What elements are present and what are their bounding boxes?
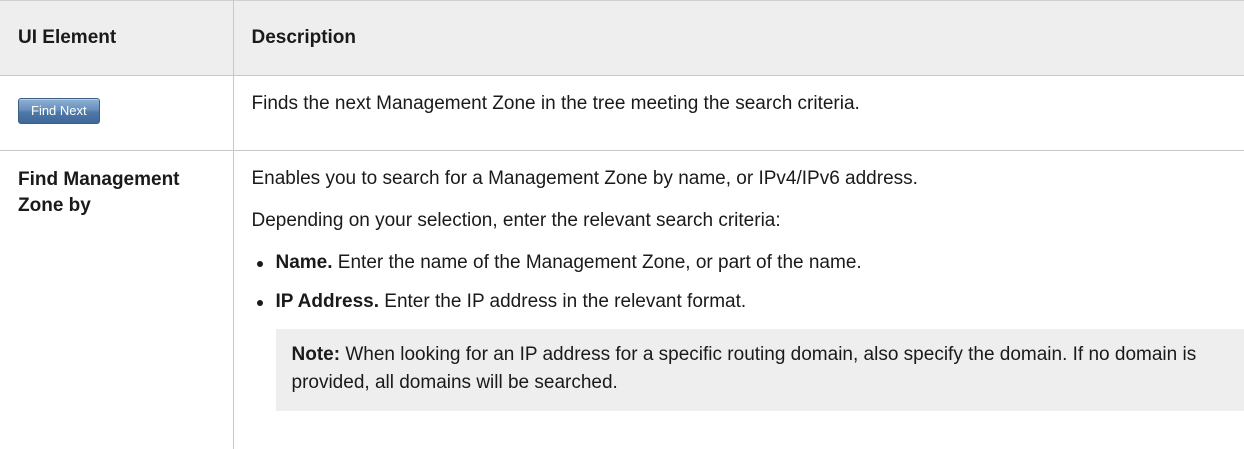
list-item-term: IP Address. (275, 291, 380, 312)
description-cell: Enables you to search for a Management Z… (233, 151, 1244, 449)
ui-element-cell: Find Next (0, 75, 234, 151)
column-header-ui-element: UI Element (0, 0, 233, 76)
list-item-term: Name. (275, 252, 333, 273)
column-header-description: Description (232, 0, 1244, 76)
search-criteria-list: Name. Enter the name of the Management Z… (252, 251, 1229, 314)
list-item-name: Name. Enter the name of the Management Z… (252, 251, 1229, 275)
search-instruction-text: Depending on your selection, enter the r… (251, 210, 781, 231)
list-item-ip-address: IP Address. Enter the IP address in the … (252, 290, 1229, 314)
search-intro-text: Enables you to search for a Management Z… (251, 168, 918, 189)
list-item-text: Enter the IP address in the relevant for… (379, 291, 747, 312)
find-management-zone-by-label: Find Management Zone by (18, 169, 180, 216)
note-text: When looking for an IP address for a spe… (291, 344, 1197, 393)
find-next-description: Finds the next Management Zone in the tr… (251, 93, 860, 114)
list-item-text: Enter the name of the Management Zone, o… (332, 252, 862, 273)
ui-element-cell: Find Management Zone by (0, 150, 234, 449)
description-cell: Finds the next Management Zone in the tr… (233, 75, 1244, 151)
table-header-row: UI Element Description (0, 0, 1244, 76)
ui-element-table: UI Element Description Find Next Finds t… (0, 0, 1244, 449)
note-label: Note: (291, 344, 341, 365)
note-box: Note: When looking for an IP address for… (275, 329, 1244, 411)
find-next-button[interactable]: Find Next (18, 98, 100, 124)
table-row-find-next: Find Next Finds the next Management Zone… (0, 75, 1244, 151)
table-row-find-management-zone-by: Find Management Zone by Enables you to s… (0, 150, 1244, 449)
